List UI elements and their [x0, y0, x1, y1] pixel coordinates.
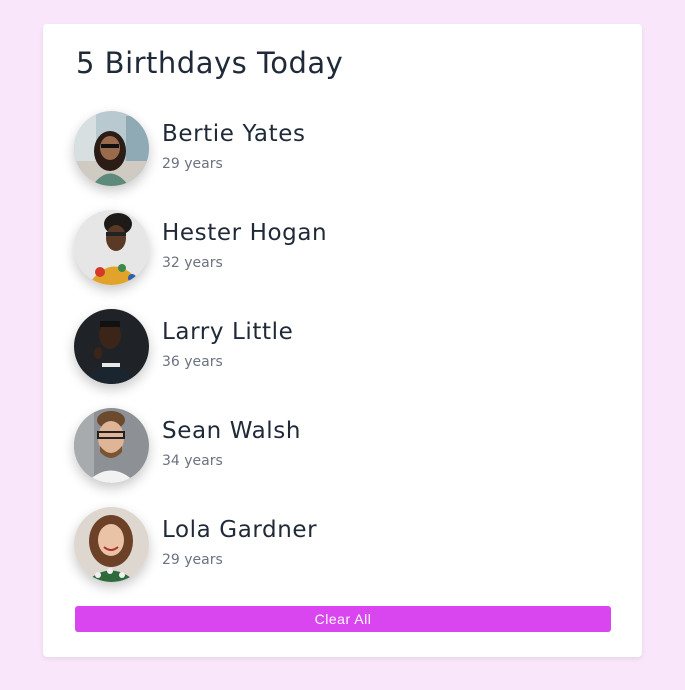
- person-name: Bertie Yates: [162, 121, 306, 147]
- person-name: Larry Little: [162, 319, 294, 345]
- avatar: [74, 111, 149, 186]
- person-name: Lola Gardner: [162, 517, 318, 543]
- person-item: Sean Walsh 34 years: [74, 408, 594, 486]
- person-age: 29 years: [162, 552, 223, 568]
- birthday-card: 5 Birthdays Today Bertie Yates 29 years: [43, 24, 642, 657]
- person-item: Larry Little 36 years: [74, 309, 594, 387]
- person-age: 34 years: [162, 453, 223, 469]
- person-age: 29 years: [162, 156, 223, 172]
- person-age: 32 years: [162, 255, 223, 271]
- clear-all-button[interactable]: Clear All: [75, 606, 611, 632]
- avatar: [74, 210, 149, 285]
- person-item: Hester Hogan 32 years: [74, 210, 594, 288]
- card-title: 5 Birthdays Today: [76, 46, 344, 80]
- avatar: [74, 408, 149, 483]
- person-name: Hester Hogan: [162, 220, 328, 246]
- person-age: 36 years: [162, 354, 223, 370]
- avatar: [74, 309, 149, 384]
- person-name: Sean Walsh: [162, 418, 302, 444]
- person-item: Bertie Yates 29 years: [74, 111, 594, 189]
- avatar: [74, 507, 149, 582]
- person-item: Lola Gardner 29 years: [74, 507, 594, 585]
